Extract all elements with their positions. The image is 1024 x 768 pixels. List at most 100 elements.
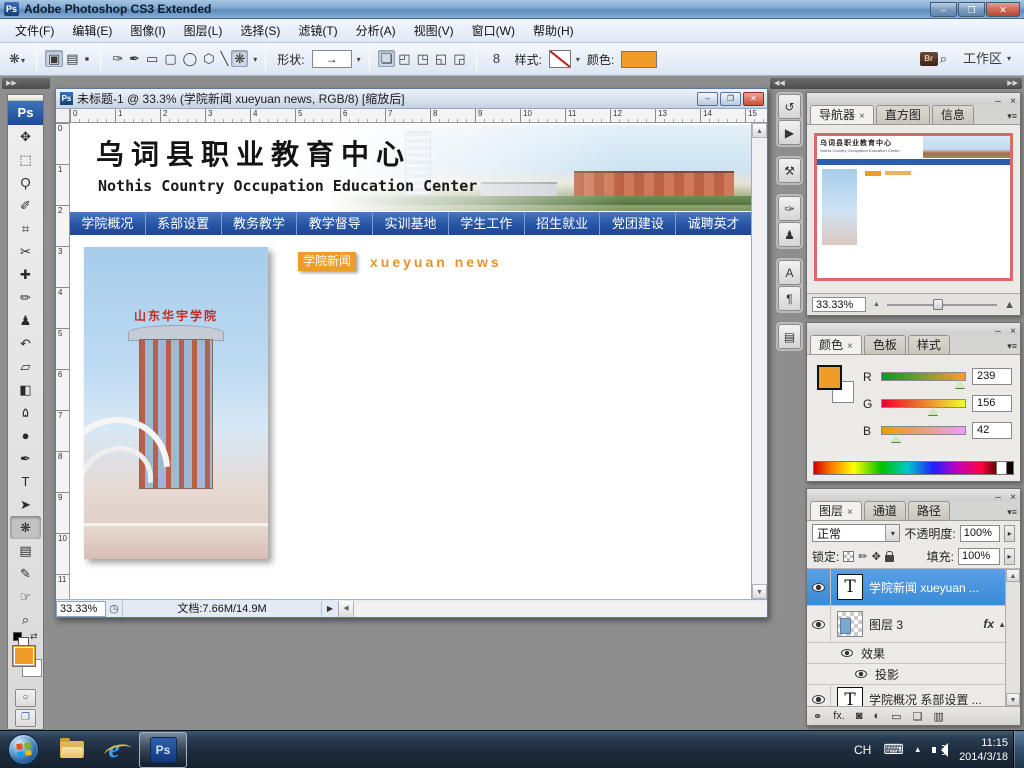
close-button[interactable]: ✕ xyxy=(986,1,1020,17)
eye-cell[interactable] xyxy=(807,685,831,706)
layer-row-text-news[interactable]: T 学院新闻 xueyuan ... xyxy=(807,569,1020,606)
horizontal-scrollbar[interactable]: ◀ xyxy=(338,600,767,617)
minimize-button[interactable]: – xyxy=(930,1,957,17)
move-tool[interactable]: ✥ xyxy=(8,125,43,148)
custom-shape-option[interactable]: ❋ xyxy=(231,50,249,67)
color-spectrum-ramp[interactable] xyxy=(813,461,1014,475)
swap-colors-icon[interactable]: ⇄ xyxy=(30,631,38,642)
quick-selection-tool[interactable]: ✐ xyxy=(8,194,43,217)
fill-pixels-mode[interactable]: ▪ xyxy=(82,50,93,67)
crop-tool[interactable]: ⌗ xyxy=(8,217,43,240)
visibility-eye-icon[interactable] xyxy=(855,670,867,678)
language-indicator[interactable]: CH xyxy=(854,743,871,757)
intersect-shape-area[interactable]: ◳ xyxy=(414,50,432,67)
scroll-up-icon[interactable]: ▲ xyxy=(1006,569,1020,582)
history-brush-tool[interactable]: ↶ xyxy=(8,332,43,355)
add-shape-area[interactable]: ❏ xyxy=(377,50,396,67)
hand-tool[interactable]: ☞ xyxy=(8,585,43,608)
link-layers-icon[interactable]: ⚭ xyxy=(813,710,822,723)
clone-source-panel-icon[interactable]: ♟ xyxy=(778,222,801,247)
tab-layers[interactable]: 图层 × xyxy=(810,501,862,520)
vertical-scrollbar[interactable]: ▲ ▼ xyxy=(751,123,767,599)
slider-thumb[interactable] xyxy=(954,380,965,388)
menu-item[interactable]: 文件(F) xyxy=(6,20,63,42)
ellipse-option[interactable]: ◯ xyxy=(180,50,201,67)
layer-group-icon[interactable]: ▭ xyxy=(891,710,901,723)
horizontal-ruler[interactable]: 0 1 2 3 4 5 6 7 8 9 10 11 12 13 14 15 xyxy=(70,109,767,123)
panel-collapse-bar[interactable]: ◀◀ ▶▶ xyxy=(770,78,1022,89)
pen-option[interactable]: ✑ xyxy=(109,50,126,67)
panel-menu-icon[interactable]: ▾≡ xyxy=(1007,341,1017,352)
tab-color[interactable]: 颜色 × xyxy=(810,335,862,354)
blur-tool[interactable]: ۵ xyxy=(8,401,43,424)
blend-mode-select[interactable]: 正常 ▾ xyxy=(812,524,901,542)
zoom-in-icon[interactable]: ▲ xyxy=(1004,299,1015,311)
new-layer-icon[interactable]: ❏ xyxy=(913,710,923,723)
layer-row-text-nav[interactable]: T 学院概况 系部设置 ... xyxy=(807,685,1020,706)
subtract-shape-area[interactable]: ◰ xyxy=(395,50,413,67)
paths-mode[interactable]: ▤ xyxy=(63,50,81,67)
tab-close-icon[interactable]: × xyxy=(859,111,865,122)
layer-effects-row[interactable]: 效果 xyxy=(807,643,1020,664)
layer-style-icon[interactable]: fx. xyxy=(833,710,845,722)
navigator-thumbnail[interactable]: 乌词县职业教育中心 Nothis Country Occupation Educ… xyxy=(814,133,1013,281)
menu-item[interactable]: 帮助(H) xyxy=(524,20,583,42)
canvas[interactable]: 乌词县职业教育中心 Nothis Country Occupation Educ… xyxy=(70,123,751,599)
internet-explorer-button[interactable]: e xyxy=(93,731,135,768)
slider-thumb[interactable] xyxy=(933,298,944,310)
show-desktop-button[interactable] xyxy=(1013,731,1024,768)
toolbox-collapse-bar[interactable]: ▶▶ xyxy=(2,78,50,89)
layer-fx-badge[interactable]: fx xyxy=(983,617,994,631)
tab-swatches[interactable]: 色板 xyxy=(863,335,906,354)
layer-comps-panel-icon[interactable]: ▤ xyxy=(778,324,801,349)
screen-mode-button[interactable]: ❐ xyxy=(15,709,36,727)
layer-row-image[interactable]: 图层 3 fx ▲ xyxy=(807,606,1020,643)
restore-button[interactable]: ❐ xyxy=(958,1,985,17)
character-panel-icon[interactable]: A xyxy=(778,260,801,285)
opacity-spinner[interactable]: ▸ xyxy=(1004,524,1016,542)
zoom-tool[interactable]: ⌕ xyxy=(8,608,43,631)
red-value-field[interactable]: 239 xyxy=(972,368,1012,385)
doc-minimize-button[interactable]: – xyxy=(697,91,718,106)
tool-presets-panel-icon[interactable]: ⚒ xyxy=(778,158,801,183)
navigator-zoom-field[interactable]: 33.33% xyxy=(812,297,866,312)
overlap-shape-area[interactable]: ◲ xyxy=(450,50,468,67)
link-icon[interactable]: 8 xyxy=(485,48,507,70)
eye-cell[interactable] xyxy=(807,606,831,642)
scroll-up-icon[interactable]: ▲ xyxy=(752,123,767,138)
tab-info[interactable]: 信息 xyxy=(931,105,974,124)
dodge-tool[interactable]: ● xyxy=(8,424,43,447)
actions-panel-icon[interactable]: ▶ xyxy=(778,120,801,145)
default-colors-icon[interactable] xyxy=(13,632,29,648)
tab-close-icon[interactable]: × xyxy=(847,507,853,518)
line-option[interactable]: ╲ xyxy=(218,50,232,67)
brush-tool[interactable]: ✏ xyxy=(8,286,43,309)
gradient-tool[interactable]: ◧ xyxy=(8,378,43,401)
zoom-out-icon[interactable]: ▲ xyxy=(873,301,880,308)
quick-mask-button[interactable]: ○ xyxy=(15,689,36,707)
hidden-icons-chevron[interactable]: ▴ xyxy=(916,744,921,755)
lock-paint-icon[interactable]: ✏ xyxy=(858,550,867,563)
layers-scrollbar[interactable]: ▲ ▼ xyxy=(1005,569,1020,706)
clone-stamp-tool[interactable]: ♟ xyxy=(8,309,43,332)
zoom-level-field[interactable]: 33.33% xyxy=(56,600,106,617)
menu-item[interactable]: 图层(L) xyxy=(175,20,232,42)
lock-transparency-icon[interactable] xyxy=(843,551,855,562)
shape-color-swatch[interactable] xyxy=(621,50,658,68)
tab-styles[interactable]: 样式 xyxy=(907,335,950,354)
type-tool[interactable]: T xyxy=(8,470,43,493)
green-value-field[interactable]: 156 xyxy=(972,395,1012,412)
freeform-pen-option[interactable]: ✒ xyxy=(126,50,143,67)
layer-mask-icon[interactable]: ◙ xyxy=(856,710,863,722)
visibility-eye-icon[interactable] xyxy=(841,649,853,657)
pen-tool[interactable]: ✒ xyxy=(8,447,43,470)
lock-position-icon[interactable]: ✥ xyxy=(872,550,881,563)
file-explorer-button[interactable] xyxy=(51,731,93,768)
marquee-tool[interactable]: ⬚ xyxy=(8,148,43,171)
menu-item[interactable]: 图像(I) xyxy=(121,20,174,42)
tab-histogram[interactable]: 直方图 xyxy=(875,105,930,124)
notes-tool[interactable]: ▤ xyxy=(8,539,43,562)
menu-item[interactable]: 滤镜(T) xyxy=(289,20,346,42)
shape-layers-mode[interactable]: ▣ xyxy=(45,50,64,67)
status-menu-arrow[interactable]: ▶ xyxy=(322,604,338,613)
